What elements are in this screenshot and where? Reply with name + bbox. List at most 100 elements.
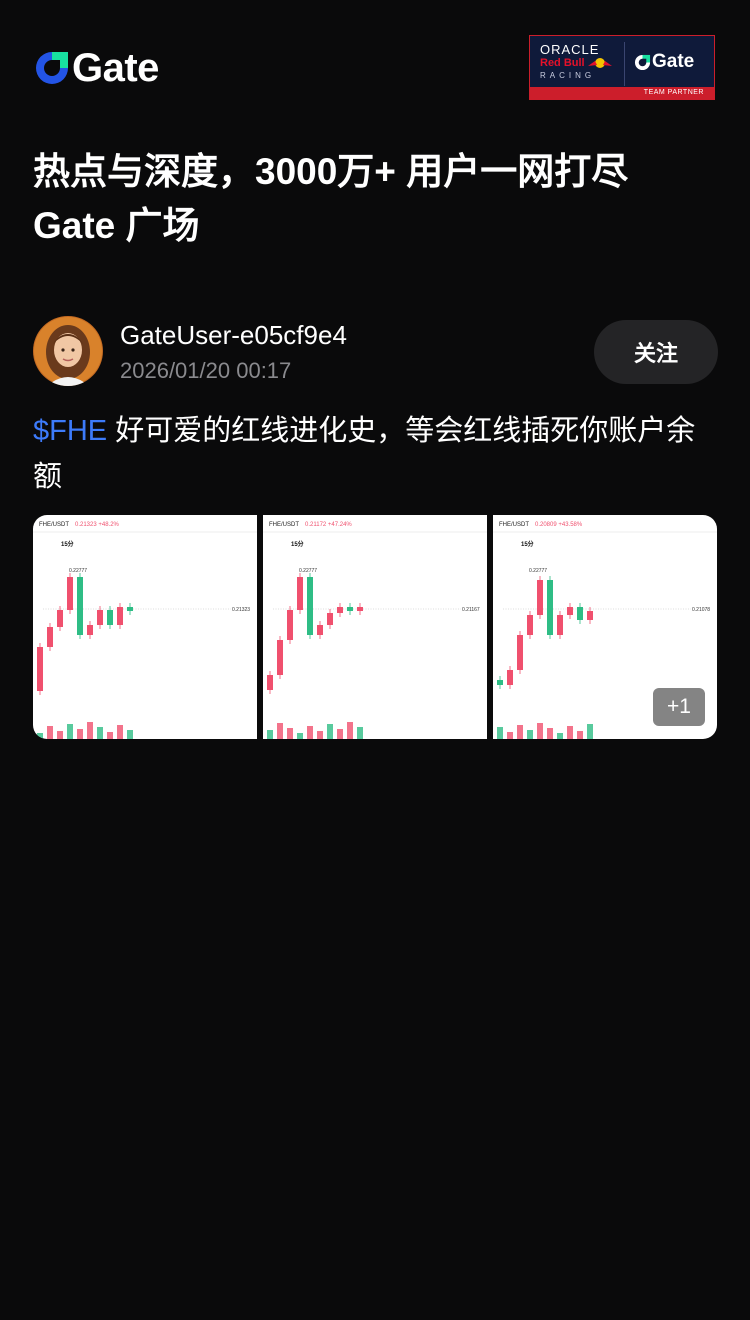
kline-chart: FHE/USDT 0.21172 +47.24% 15分 0.21167 0.22777 xyxy=(263,522,487,739)
gate-logo-icon xyxy=(36,52,68,84)
candle-body xyxy=(127,607,133,611)
post-image-3[interactable]: FHE/USDT 0.20809 +43.58% 15分 0.21078 0.22777… xyxy=(493,515,717,739)
chart-peak-label: 0.22777 xyxy=(529,568,547,574)
volume-bar xyxy=(67,724,73,739)
avatar[interactable] xyxy=(33,316,103,386)
kline-chart: FHE/USDT 0.21323 +48.2% 15分 0.21323 0.22777 xyxy=(33,522,257,739)
candle-body xyxy=(117,607,123,625)
app-header: Gate ORACLE Red Bull RACING Gate TEAM PA… xyxy=(0,0,750,130)
more-images-badge[interactable]: +1 xyxy=(653,688,705,726)
redbull-bull-icon xyxy=(588,58,612,68)
volume-bar xyxy=(537,723,543,739)
volume-bar xyxy=(47,726,53,739)
candle-body xyxy=(67,577,73,610)
volume-bar xyxy=(307,726,313,739)
candle-body xyxy=(497,680,503,685)
volume-bar xyxy=(527,730,533,739)
chart-interval-tab: 15分 xyxy=(61,540,74,548)
chart-change-label: 0.20809 +43.58% xyxy=(535,522,583,528)
volume-bar xyxy=(97,727,103,739)
volume-bar xyxy=(107,732,113,739)
volume-bar xyxy=(37,733,43,739)
volume-bar xyxy=(567,726,573,739)
candle-body xyxy=(307,577,313,635)
volume-bar xyxy=(517,725,523,739)
candle-body xyxy=(297,577,303,610)
volume-bar xyxy=(87,722,93,739)
candle-body xyxy=(277,640,283,675)
volume-bar xyxy=(267,730,273,739)
candle-body xyxy=(97,610,103,625)
volume-bar xyxy=(347,722,353,739)
chart-peak-label: 0.22777 xyxy=(299,568,317,574)
team-partner-strip: TEAM PARTNER xyxy=(530,87,714,99)
candle-body xyxy=(577,607,583,620)
chart-change-label: 0.21323 +48.2% xyxy=(75,522,120,528)
post-image-2[interactable]: FHE/USDT 0.21172 +47.24% 15分 0.21167 0.22777 xyxy=(263,515,487,739)
candle-body xyxy=(547,580,553,635)
post-image-gallery: FHE/USDT 0.21323 +48.2% 15分 0.21323 0.22777 … xyxy=(33,515,718,739)
post-text: 好可爱的红线进化史，等会红线插死你账户余额 xyxy=(33,415,696,493)
chart-price-tag: 0.21167 xyxy=(462,607,480,613)
partner-divider xyxy=(624,42,625,86)
post-image-1[interactable]: FHE/USDT 0.21323 +48.2% 15分 0.21323 0.22777 xyxy=(33,515,257,739)
candle-body xyxy=(567,607,573,615)
volume-bar xyxy=(507,732,513,739)
team-partner-badge[interactable]: ORACLE Red Bull RACING Gate TEAM PARTNER xyxy=(529,35,715,100)
volume-bar xyxy=(77,729,83,739)
candle-body xyxy=(77,577,83,635)
candle-body xyxy=(557,615,563,635)
partner-gate-logo: Gate xyxy=(634,51,694,73)
ticker-link[interactable]: $FHE xyxy=(33,415,107,447)
post-body: $FHE 好可爱的红线进化史，等会红线插死你账户余额 xyxy=(33,408,723,500)
volume-bar xyxy=(557,733,563,739)
post-header: GateUser-e05cf9e4 2026/01/20 00:17 关注 xyxy=(33,316,718,388)
chart-pair-label: FHE/USDT xyxy=(269,522,299,528)
headline-line-1: 热点与深度，3000万+ 用户一网打尽 xyxy=(33,151,629,192)
volume-bar xyxy=(497,727,503,739)
gate-logo[interactable]: Gate xyxy=(34,48,159,88)
racing-text: RACING xyxy=(540,71,596,80)
volume-bar xyxy=(117,725,123,739)
candle-body xyxy=(527,615,533,635)
oracle-text: ORACLE xyxy=(540,42,600,57)
gate-logo-text: Gate xyxy=(72,46,159,90)
follow-button[interactable]: 关注 xyxy=(594,320,718,384)
chart-change-label: 0.21172 +47.24% xyxy=(305,522,352,528)
redbull-text: Red Bull xyxy=(540,57,585,69)
chart-interval-tab: 15分 xyxy=(521,540,534,548)
candle-body xyxy=(287,610,293,640)
candle-body xyxy=(587,611,593,620)
page-headline: 热点与深度，3000万+ 用户一网打尽 Gate 广场 xyxy=(33,145,723,253)
candle-body xyxy=(357,607,363,611)
volume-bar xyxy=(127,730,133,739)
chart-price-tag: 0.21078 xyxy=(692,607,710,613)
volume-bar xyxy=(297,733,303,739)
candle-body xyxy=(517,635,523,670)
chart-pair-label: FHE/USDT xyxy=(499,522,529,528)
candle-body xyxy=(507,670,513,685)
volume-bar xyxy=(287,728,293,739)
volume-bar xyxy=(317,731,323,739)
partner-gate-text: Gate xyxy=(652,51,695,72)
candle-body xyxy=(347,607,353,611)
volume-bar xyxy=(277,723,283,739)
volume-bar xyxy=(57,731,63,739)
volume-bar xyxy=(327,724,333,739)
candle-body xyxy=(107,610,113,625)
candle-body xyxy=(87,625,93,635)
candle-body xyxy=(57,610,63,627)
gate-small-icon xyxy=(634,54,651,70)
chart-peak-label: 0.22777 xyxy=(69,568,87,574)
username[interactable]: GateUser-e05cf9e4 xyxy=(120,320,347,351)
avatar-image xyxy=(33,316,103,386)
volume-bar xyxy=(547,728,553,739)
candle-body xyxy=(37,647,43,691)
candle-body xyxy=(337,607,343,613)
headline-line-2: Gate 广场 xyxy=(33,205,200,246)
chart-price-tag: 0.21323 xyxy=(232,607,250,613)
volume-bar xyxy=(587,724,593,739)
candle-body xyxy=(317,625,323,635)
candle-body xyxy=(47,627,53,647)
volume-bar xyxy=(337,729,343,739)
